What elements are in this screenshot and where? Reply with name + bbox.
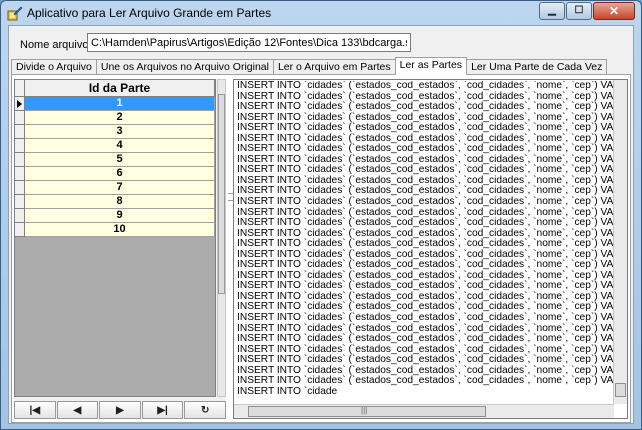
row-indicator[interactable] [15, 195, 25, 209]
table-row[interactable]: 8 [15, 195, 215, 209]
grid-column-header[interactable]: Id da Parte [25, 80, 215, 97]
table-row[interactable]: 4 [15, 139, 215, 153]
row-indicator[interactable] [15, 139, 25, 153]
title-bar[interactable]: Aplicativo para Ler Arquivo Grande em Pa… [1, 1, 641, 25]
app-icon [7, 6, 23, 21]
memo-hscroll-thumb[interactable]: ||| [248, 406, 486, 417]
row-indicator[interactable] [15, 125, 25, 139]
tab-page-ler-as-partes: Id da Parte 1 2 3 4 5 6 7 8 9 10 |◀ ◀ ▶ ▶| ↻ I [11, 74, 631, 423]
row-indicator[interactable] [15, 153, 25, 167]
window-controls: ▁ ☐ ✕ [538, 2, 635, 20]
tab-strip: Divide o Arquivo Une os Arquivos no Arqu… [11, 57, 608, 75]
next-record-button[interactable]: ▶ [99, 401, 141, 419]
maximize-icon: ☐ [574, 5, 584, 16]
id-parte-cell[interactable]: 5 [25, 153, 215, 167]
file-name-label: Nome arquivo: [20, 39, 92, 51]
tab-une-arquivos[interactable]: Une os Arquivos no Arquivo Original [95, 59, 274, 74]
parts-panel: Id da Parte 1 2 3 4 5 6 7 8 9 10 |◀ ◀ ▶ ▶| ↻ [14, 79, 226, 419]
minimize-button[interactable]: ▁ [539, 2, 565, 20]
id-parte-cell[interactable]: 1 [25, 97, 215, 111]
last-record-button[interactable]: ▶| [141, 401, 184, 419]
memo-vscroll-thumb[interactable] [615, 383, 626, 397]
next-icon: ▶ [116, 404, 124, 416]
refresh-icon: ↻ [200, 404, 210, 416]
memo-horizontal-scrollbar[interactable]: ||| [234, 404, 614, 418]
memo-line: INSERT INTO `cidades` (`estados_cod_esta… [237, 312, 617, 324]
id-parte-cell[interactable]: 6 [25, 167, 215, 181]
memo-line: INSERT INTO `cidades` (`estados_cod_esta… [237, 196, 617, 208]
last-icon: ▶| [157, 404, 168, 416]
table-row[interactable]: 3 [15, 125, 215, 139]
id-parte-cell[interactable]: 4 [25, 139, 215, 153]
table-row[interactable]: 7 [15, 181, 215, 195]
table-row[interactable]: 9 [15, 209, 215, 223]
parts-grid[interactable]: Id da Parte 1 2 3 4 5 6 7 8 9 10 [14, 79, 216, 397]
row-indicator[interactable] [15, 209, 25, 223]
tab-ler-as-partes[interactable]: Ler as Partes [394, 57, 468, 75]
tab-divide-arquivo[interactable]: Divide o Arquivo [11, 59, 97, 74]
table-row[interactable]: 5 [15, 153, 215, 167]
memo-line: INSERT INTO `cidade [237, 385, 338, 397]
table-row[interactable]: 1 [15, 97, 215, 111]
first-icon: |◀ [29, 404, 41, 416]
first-record-button[interactable]: |◀ [14, 401, 56, 419]
row-indicator[interactable] [15, 223, 25, 237]
grip-icon: ||| [361, 406, 368, 415]
memo-text[interactable]: INSERT INTO `cidades` (`estados_cod_esta… [237, 81, 617, 403]
grid-vertical-scrollbar[interactable] [217, 79, 226, 397]
close-icon: ✕ [608, 4, 620, 18]
id-parte-cell[interactable]: 9 [25, 209, 215, 223]
id-parte-cell[interactable]: 10 [25, 223, 215, 237]
id-parte-cell[interactable]: 3 [25, 125, 215, 139]
memo-line: INSERT INTO `cidades` (`estados_cod_esta… [237, 81, 617, 91]
row-indicator[interactable] [15, 181, 25, 195]
minimize-icon: ▁ [548, 5, 556, 16]
table-row[interactable]: 10 [15, 223, 215, 237]
row-indicator[interactable] [15, 111, 25, 125]
maximize-button[interactable]: ☐ [566, 2, 592, 20]
grid-scroll-thumb[interactable] [218, 94, 225, 294]
current-row-pointer-icon [17, 100, 22, 108]
client-area: Nome arquivo: Divide o Arquivo Une os Ar… [8, 25, 634, 424]
id-parte-cell[interactable]: 7 [25, 181, 215, 195]
grid-corner [15, 80, 25, 97]
memo-vertical-scrollbar[interactable] [613, 80, 627, 404]
table-row[interactable]: 2 [15, 111, 215, 125]
id-parte-cell[interactable]: 2 [25, 111, 215, 125]
refresh-button[interactable]: ↻ [184, 401, 226, 419]
app-window: Aplicativo para Ler Arquivo Grande em Pa… [0, 0, 642, 430]
db-navigator: |◀ ◀ ▶ ▶| ↻ [14, 401, 226, 419]
table-row[interactable]: 6 [15, 167, 215, 181]
row-indicator[interactable] [15, 97, 25, 111]
file-name-input[interactable] [87, 33, 411, 52]
tab-ler-uma-parte[interactable]: Ler Uma Parte de Cada Vez [466, 59, 608, 74]
row-indicator[interactable] [15, 167, 25, 181]
close-button[interactable]: ✕ [593, 2, 635, 20]
window-title: Aplicativo para Ler Arquivo Grande em Pa… [27, 6, 272, 20]
content-memo[interactable]: INSERT INTO `cidades` (`estados_cod_esta… [233, 79, 628, 419]
tab-ler-arquivo-em-partes[interactable]: Ler o Arquivo em Partes [272, 59, 396, 74]
id-parte-cell[interactable]: 8 [25, 195, 215, 209]
prior-icon: ◀ [73, 404, 82, 416]
prior-record-button[interactable]: ◀ [56, 401, 99, 419]
